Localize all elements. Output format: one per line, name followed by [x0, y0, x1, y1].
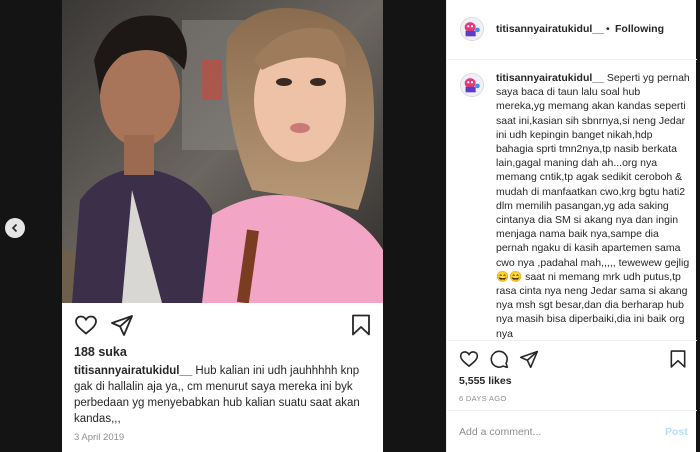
heart-icon — [75, 315, 97, 335]
caption-comment: titisannyairatukidul__ Seperti yg pernah… — [447, 60, 697, 340]
embedded-post-screenshot: 188 suka titisannyairatukidul__ Hub kali… — [62, 0, 383, 452]
avatar[interactable] — [460, 17, 484, 41]
like-count[interactable]: 5,555 likes — [459, 375, 512, 387]
header-separator: • — [606, 23, 610, 35]
embedded-caption: titisannyairatukidul__ Hub kalian ini ud… — [74, 363, 374, 427]
caption-username[interactable]: titisannyairatukidul__ — [496, 72, 604, 84]
post-timestamp: 6 DAYS AGO — [459, 394, 507, 403]
post-author-username[interactable]: titisannyairatukidul__ — [496, 23, 604, 35]
embedded-like-count: 188 suka — [74, 345, 127, 359]
comment-icon[interactable] — [489, 349, 509, 369]
modal-backdrop-middle — [383, 0, 446, 452]
embedded-action-bar — [74, 313, 372, 337]
post-detail-panel: titisannyairatukidul__ • Following titis… — [446, 0, 697, 452]
caption-text-block: titisannyairatukidul__ Seperti yg pernah… — [496, 71, 691, 340]
avatar[interactable] — [460, 73, 484, 97]
post-photo — [62, 0, 383, 303]
bookmark-icon — [352, 314, 370, 336]
action-bar: 5,555 likes 6 DAYS AGO — [447, 340, 697, 410]
embedded-post-date: 3 April 2019 — [74, 432, 125, 443]
bookmark-icon[interactable] — [668, 349, 688, 369]
previous-post-button[interactable] — [5, 218, 25, 238]
caption-text: Seperti yg pernah saya baca di taun lalu… — [496, 72, 690, 340]
add-comment-bar: Post — [447, 410, 697, 452]
heart-icon[interactable] — [459, 349, 479, 369]
embedded-caption-username: titisannyairatukidul__ — [74, 365, 193, 377]
following-button[interactable]: Following — [615, 23, 664, 35]
add-comment-input[interactable] — [459, 423, 649, 441]
paper-plane-icon — [111, 315, 133, 336]
paper-plane-icon[interactable] — [519, 349, 539, 369]
post-header: titisannyairatukidul__ • Following — [447, 0, 697, 60]
chevron-left-icon — [11, 223, 18, 233]
post-comment-button[interactable]: Post — [665, 426, 688, 438]
